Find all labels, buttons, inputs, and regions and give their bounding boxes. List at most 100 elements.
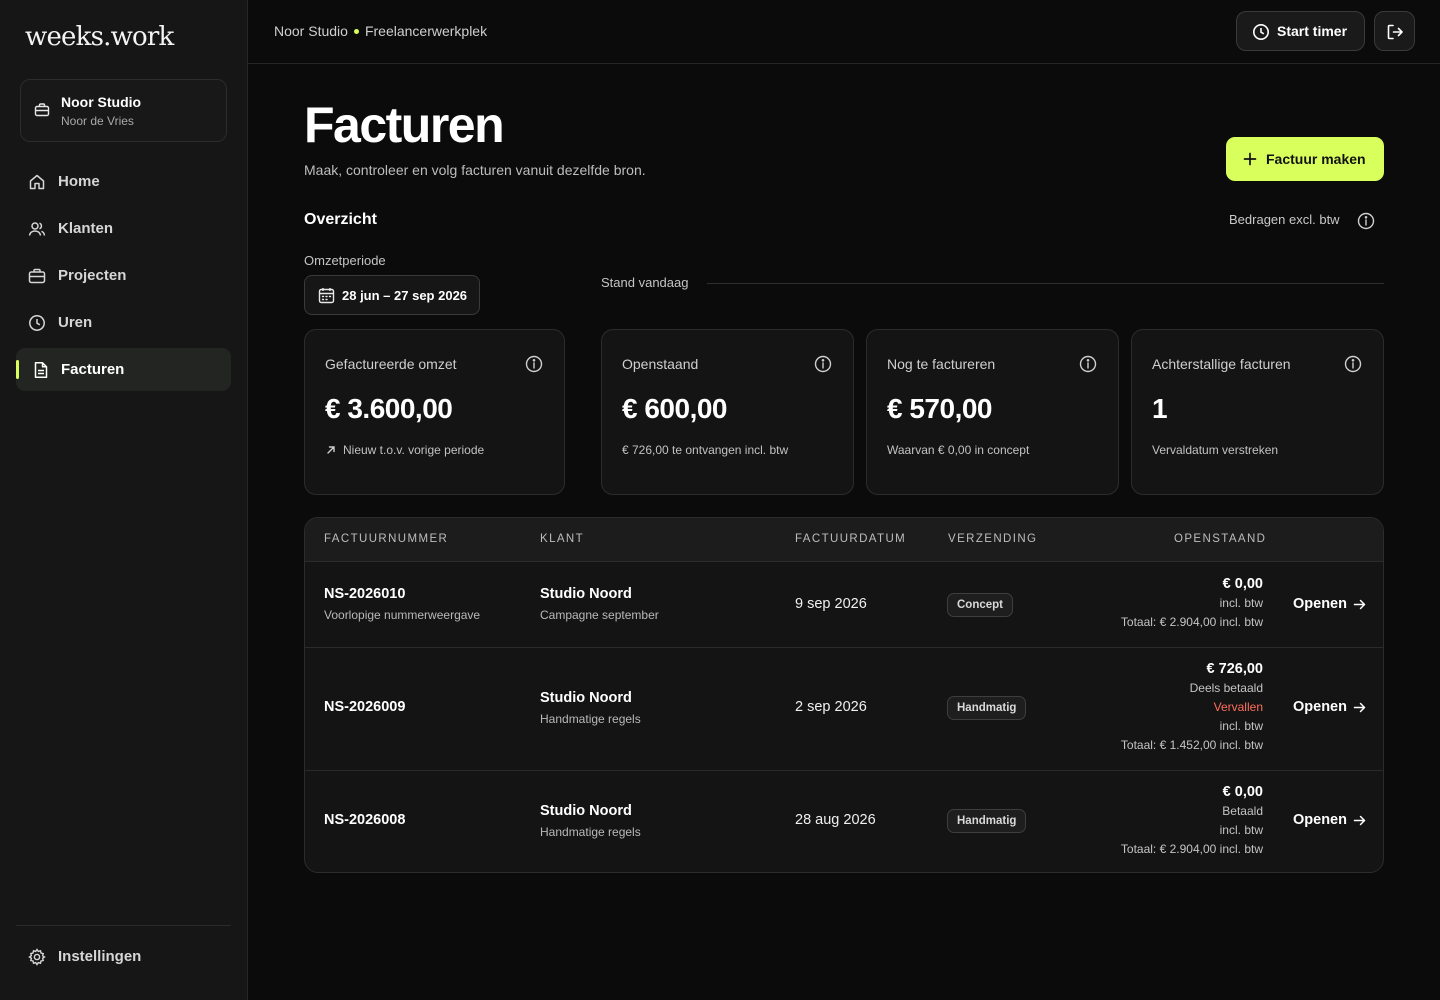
invoice-number: NS-2026009 <box>324 699 406 715</box>
invoice-number: NS-2026010 <box>324 586 406 602</box>
open-invoice-label: Openen <box>1293 699 1347 715</box>
amount-tax-note: incl. btw <box>1219 823 1263 837</box>
overdue-label: Vervallen <box>1213 700 1263 714</box>
kpi-outstanding: Openstaand € 600,00 € 726,00 te ontvange… <box>601 329 854 495</box>
invoice-number-note: Voorlopige nummerweergave <box>324 608 481 622</box>
info-icon[interactable] <box>525 355 543 373</box>
open-invoice-link[interactable]: Openen <box>1293 812 1366 828</box>
sidebar-item-projects[interactable]: Projecten <box>16 254 231 297</box>
table-header: FACTUURNUMMER KLANT FACTUURDATUM VERZEND… <box>305 518 1383 562</box>
page-subtitle: Maak, controleer en volg facturen vanuit… <box>304 162 646 178</box>
breadcrumb-studio[interactable]: Noor Studio <box>274 23 348 39</box>
client-project: Handmatige regels <box>540 825 641 839</box>
amount-value: € 0,00 <box>1222 576 1263 592</box>
kpi-value: € 3.600,00 <box>325 393 453 424</box>
gear-icon <box>28 948 46 966</box>
column-header-date[interactable]: FACTUURDATUM <box>795 533 906 545</box>
sidebar-item-home[interactable]: Home <box>16 160 231 203</box>
open-invoice-label: Openen <box>1293 812 1347 828</box>
amount-tax-note: incl. btw <box>1219 719 1263 733</box>
period-label: Omzetperiode <box>304 253 386 268</box>
sidebar-item-settings[interactable]: Instellingen <box>16 935 231 978</box>
outstanding-amount: € 0,00 Betaald incl. btw Totaal: € 2.904… <box>1121 783 1263 859</box>
start-timer-label: Start timer <box>1277 23 1348 39</box>
logout-button[interactable] <box>1374 11 1415 51</box>
arrow-right-icon <box>1353 599 1366 609</box>
client-name: Studio Noord <box>540 690 632 706</box>
kpi-value: 1 <box>1152 393 1168 424</box>
table-row[interactable]: NS-2026008 Studio Noord Handmatige regel… <box>305 771 1383 872</box>
kpi-value: € 570,00 <box>887 393 993 424</box>
start-timer-button[interactable]: Start timer <box>1236 11 1365 51</box>
sidebar-item-clients[interactable]: Klanten <box>16 207 231 250</box>
stand-today-label: Stand vandaag <box>601 275 689 290</box>
clock-icon <box>1252 23 1270 41</box>
breadcrumb-workspace[interactable]: Freelancerwerkplek <box>365 23 487 39</box>
client-name: Studio Noord <box>540 586 632 602</box>
period-picker[interactable]: 28 jun – 27 sep 2026 <box>304 275 480 315</box>
kpi-value: € 600,00 <box>622 393 728 424</box>
arrow-up-right-icon <box>327 446 335 454</box>
briefcase-icon <box>34 102 50 118</box>
amount-total: Totaal: € 2.904,00 incl. btw <box>1120 615 1263 629</box>
home-icon <box>28 173 46 191</box>
column-header-dispatch[interactable]: VERZENDING <box>948 533 1037 545</box>
client-project: Campagne september <box>540 608 659 622</box>
client-project: Handmatige regels <box>540 712 641 726</box>
kpi-sub-text: Vervaldatum verstreken <box>1152 443 1279 457</box>
invoice-date: 9 sep 2026 <box>795 596 867 612</box>
info-icon[interactable] <box>1344 355 1362 373</box>
sidebar-item-label: Instellingen <box>58 948 142 965</box>
period-value: 28 jun – 27 sep 2026 <box>342 288 468 303</box>
amount-tax-note: incl. btw <box>1219 596 1263 610</box>
sidebar-item-label: Uren <box>58 314 93 331</box>
status-badge: Handmatig <box>947 809 1027 833</box>
create-invoice-label: Factuur maken <box>1266 151 1366 167</box>
kpi-label: Gefactureerde omzet <box>325 356 457 372</box>
table-row[interactable]: NS-2026009 Studio Noord Handmatige regel… <box>305 648 1383 771</box>
kpi-invoiced-revenue: Gefactureerde omzet € 3.600,00 Nieuw t.o… <box>304 329 565 495</box>
app-logo[interactable]: weeks.work <box>25 22 174 52</box>
column-header-outstanding[interactable]: OPENSTAAND <box>1174 533 1266 545</box>
status-badge: Concept <box>947 593 1013 617</box>
sidebar-item-invoices[interactable]: Facturen <box>16 348 231 391</box>
workspace-name: Noor Studio <box>61 94 142 110</box>
sidebar-item-label: Projecten <box>58 267 127 284</box>
sidebar: weeks.work Noor Studio Noor de Vries Hom… <box>0 0 248 1000</box>
kpi-label: Nog te factureren <box>887 356 996 372</box>
info-icon[interactable] <box>1357 212 1375 230</box>
status-badge: Handmatig <box>947 696 1027 720</box>
payment-status: Deels betaald <box>1189 681 1263 695</box>
kpi-to-invoice: Nog te factureren € 570,00 Waarvan € 0,0… <box>866 329 1119 495</box>
kpi-overdue: Achterstallige facturen 1 Vervaldatum ve… <box>1131 329 1384 495</box>
breadcrumb: Noor Studio Freelancerwerkplek <box>274 23 487 39</box>
arrow-right-icon <box>1353 702 1366 712</box>
sidebar-divider <box>16 925 231 926</box>
invoice-date: 2 sep 2026 <box>795 699 867 715</box>
kpi-label: Openstaand <box>622 356 699 372</box>
topbar: Noor Studio Freelancerwerkplek Start tim… <box>248 0 1440 64</box>
sidebar-item-label: Facturen <box>61 361 125 378</box>
sidebar-item-hours[interactable]: Uren <box>16 301 231 344</box>
column-header-client[interactable]: KLANT <box>540 533 584 545</box>
column-header-number[interactable]: FACTUURNUMMER <box>324 533 448 545</box>
page-title: Facturen <box>304 97 505 153</box>
info-icon[interactable] <box>1079 355 1097 373</box>
open-invoice-link[interactable]: Openen <box>1293 699 1366 715</box>
sidebar-item-label: Klanten <box>58 220 114 237</box>
info-icon[interactable] <box>814 355 832 373</box>
arrow-right-icon <box>1353 815 1366 825</box>
workspace-switcher[interactable]: Noor Studio Noor de Vries <box>20 79 227 142</box>
create-invoice-button[interactable]: Factuur maken <box>1226 137 1384 181</box>
payment-status: Betaald <box>1222 804 1263 818</box>
table-row[interactable]: NS-2026010 Voorlopige nummerweergave Stu… <box>305 562 1383 648</box>
document-icon <box>32 361 50 379</box>
kpi-sub-text: Waarvan € 0,00 in concept <box>887 443 1030 457</box>
kpi-label: Achterstallige facturen <box>1152 356 1291 372</box>
invoice-date: 28 aug 2026 <box>795 812 876 828</box>
kpi-sub: Nieuw t.o.v. vorige periode <box>325 443 484 457</box>
amount-value: € 0,00 <box>1222 784 1263 800</box>
outstanding-amount: € 726,00 Deels betaald Vervallen incl. b… <box>1121 660 1263 755</box>
open-invoice-link[interactable]: Openen <box>1293 596 1366 612</box>
amount-note: Bedragen excl. btw <box>1229 212 1340 227</box>
